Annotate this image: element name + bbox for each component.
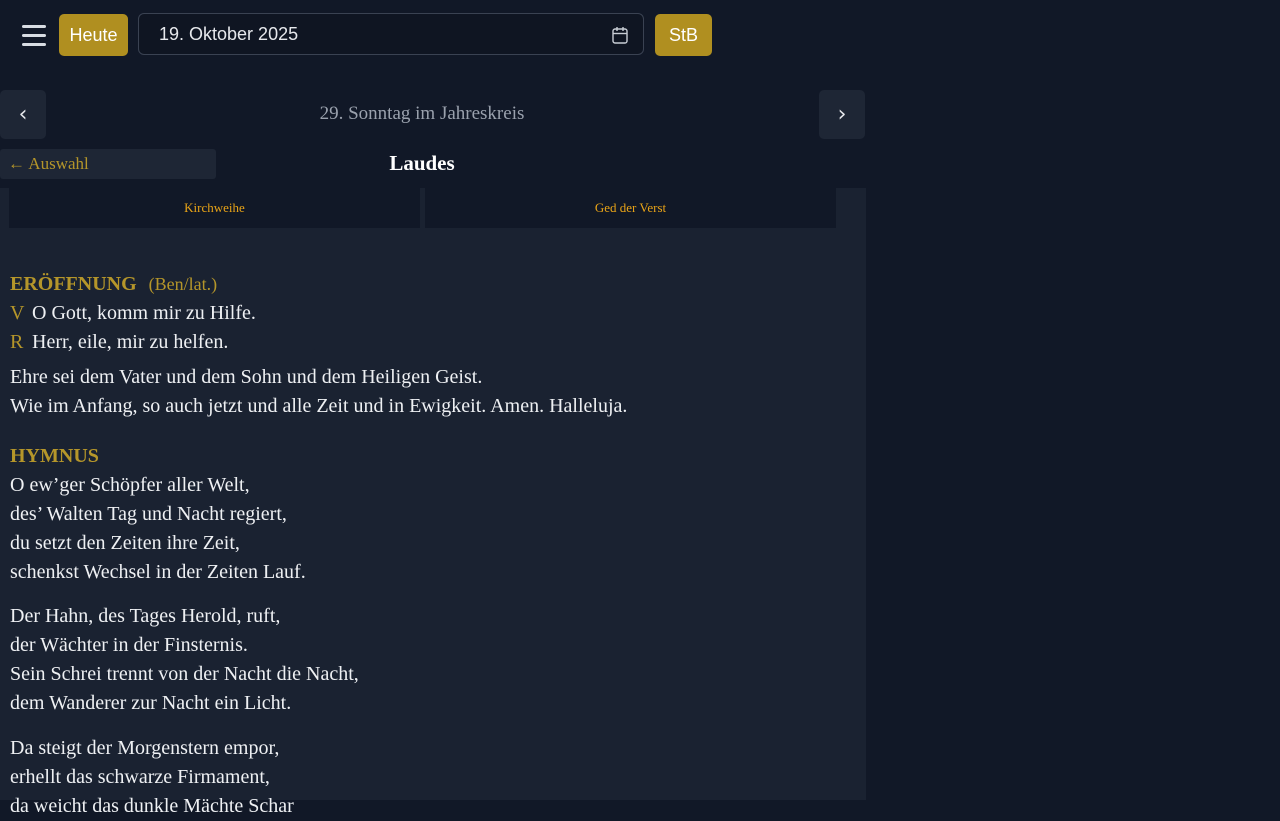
date-value: 19. Oktober 2025: [159, 24, 299, 44]
next-day-button[interactable]: ›: [819, 90, 865, 139]
menu-bar-line: [22, 42, 46, 46]
day-title: 29. Sonntag im Jahreskreis: [319, 103, 525, 124]
hymn-line: schenkst Wechsel in der Zeiten Lauf.: [10, 561, 306, 583]
response-text: Herr, eile, mir zu helfen.: [32, 331, 229, 353]
hymn-heading: HYMNUS: [10, 445, 99, 467]
doxology-line: Wie im Anfang, so auch jetzt und alle Ze…: [10, 395, 628, 417]
prayer-content-panel: Kirchweihe Ged der Verst ERÖFFNUNG (Ben/l…: [0, 188, 866, 817]
hymn-section: HYMNUS O ew’ger Schöpfer aller Welt, des…: [10, 442, 306, 587]
doxology: Ehre sei dem Vater und dem Sohn und dem …: [10, 363, 627, 421]
hamburger-menu-icon[interactable]: [18, 20, 50, 50]
versicle-mark: V: [10, 302, 25, 324]
hymn-line: des’ Walten Tag und Nacht regiert,: [10, 503, 287, 525]
doxology-line: Ehre sei dem Vater und dem Sohn und dem …: [10, 366, 483, 388]
opening-heading: ERÖFFNUNG: [10, 273, 137, 295]
opening-note: (Ben/lat.): [148, 274, 218, 294]
versicle-text: O Gott, komm mir zu Hilfe.: [32, 302, 256, 324]
tab-ged-der-verst[interactable]: Ged der Verst: [425, 188, 836, 228]
tab-kirchweihe[interactable]: Kirchweihe: [9, 188, 420, 228]
hymn-line: da weicht das dunkle Mächte Schar: [10, 795, 294, 817]
hymn-line: der Wächter in der Finsternis.: [10, 634, 248, 656]
hymn-line: Der Hahn, des Tages Herold, ruft,: [10, 605, 281, 627]
hour-title: Laudes: [389, 151, 455, 175]
menu-bar-line: [22, 33, 46, 37]
hymn-stanza-2: Der Hahn, des Tages Herold, ruft, der Wä…: [10, 602, 359, 718]
stb-button[interactable]: StB: [655, 14, 712, 56]
hymn-line: Da steigt der Morgenstern empor,: [10, 737, 280, 759]
today-button[interactable]: Heute: [59, 14, 128, 56]
opening-section: ERÖFFNUNG (Ben/lat.) V O Gott, komm mir zu…: [10, 270, 256, 357]
hymn-line: du setzt den Zeiten ihre Zeit,: [10, 532, 240, 554]
hymn-line: erhellt das schwarze Firmament,: [10, 766, 270, 788]
hymn-stanza-3: Da steigt der Morgenstern empor, erhellt…: [10, 734, 294, 821]
day-navigation: ‹ 29. Sonntag im Jahreskreis ›: [0, 90, 866, 140]
top-toolbar: Heute 19. Oktober 2025 StB: [0, 0, 1280, 70]
date-input[interactable]: 19. Oktober 2025: [138, 13, 644, 55]
response-mark: R: [10, 331, 24, 353]
hymn-line: O ew’ger Schöpfer aller Welt,: [10, 474, 250, 496]
menu-bar-line: [22, 24, 46, 28]
hymn-line: dem Wanderer zur Nacht ein Licht.: [10, 692, 292, 714]
hymn-line: Sein Schrei trennt von der Nacht die Nac…: [10, 663, 359, 685]
calendar-icon[interactable]: [612, 26, 628, 44]
